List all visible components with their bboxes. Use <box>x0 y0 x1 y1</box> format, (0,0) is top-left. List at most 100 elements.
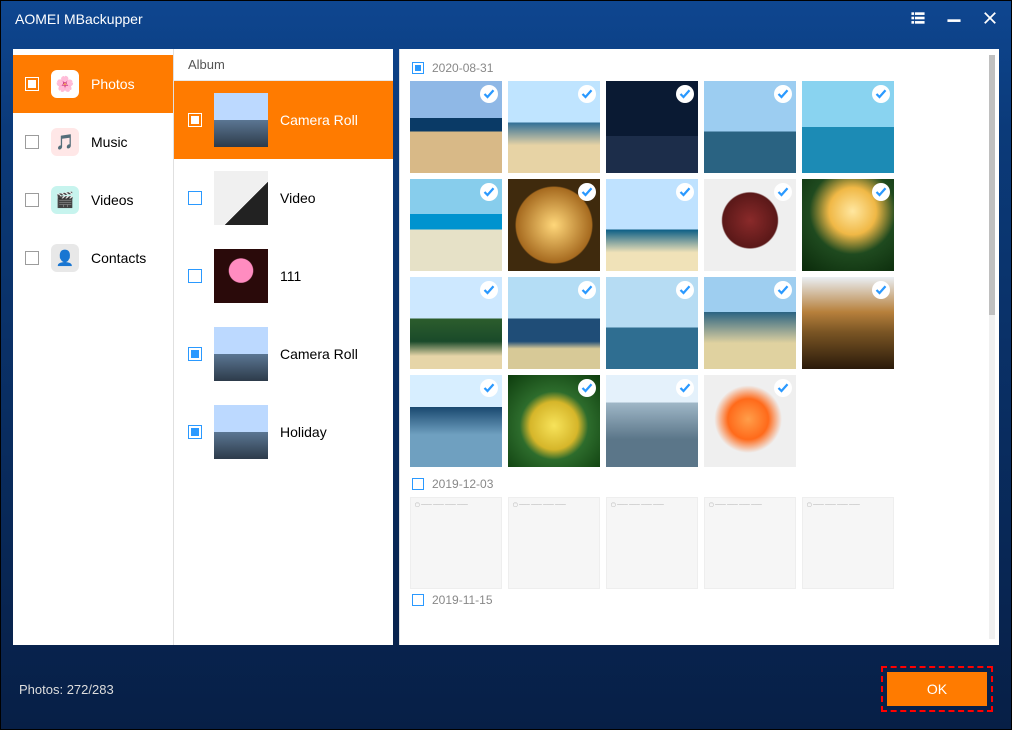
checkbox[interactable] <box>25 77 39 91</box>
check-icon[interactable] <box>774 85 792 103</box>
contacts-icon: 👤 <box>51 244 79 272</box>
album-label: Camera Roll <box>280 346 358 362</box>
check-icon[interactable] <box>676 183 694 201</box>
date-group-header[interactable]: 2019-12-03 <box>412 477 989 491</box>
checkbox[interactable] <box>188 191 202 205</box>
photo-thumbnail[interactable] <box>606 179 698 271</box>
ok-highlight: OK <box>881 666 993 712</box>
titlebar[interactable]: AOMEI MBackupper <box>1 1 1011 37</box>
checkbox[interactable] <box>25 193 39 207</box>
check-icon[interactable] <box>676 281 694 299</box>
checkbox[interactable] <box>412 62 424 74</box>
date-group-header[interactable]: 2019-11-15 <box>412 593 989 607</box>
photo-thumbnail[interactable]: ▢ ─── ─── ─── ─── <box>704 497 796 589</box>
album-label: Camera Roll <box>280 112 358 128</box>
photo-thumbnail[interactable] <box>410 277 502 369</box>
photo-thumbnail[interactable] <box>606 81 698 173</box>
checkbox[interactable] <box>188 113 202 127</box>
date-label: 2019-12-03 <box>432 477 493 491</box>
check-icon[interactable] <box>480 85 498 103</box>
sidebar-item-videos[interactable]: 🎬Videos <box>13 171 173 229</box>
photo-thumbnail[interactable]: ▢ ─── ─── ─── ─── <box>410 497 502 589</box>
check-icon[interactable] <box>578 379 596 397</box>
content-area: 🌸Photos🎵Music🎬Videos👤Contacts Album Came… <box>1 37 1011 649</box>
photo-thumbnail[interactable] <box>802 277 894 369</box>
check-icon[interactable] <box>872 281 890 299</box>
music-icon: 🎵 <box>51 128 79 156</box>
photo-thumbnail[interactable] <box>802 179 894 271</box>
photo-thumbnail[interactable] <box>704 81 796 173</box>
photo-thumbnail[interactable] <box>508 277 600 369</box>
album-label: 111 <box>280 268 301 284</box>
album-item[interactable]: Camera Roll <box>174 315 393 393</box>
photo-thumbnail[interactable] <box>606 277 698 369</box>
album-label: Holiday <box>280 424 327 440</box>
check-icon[interactable] <box>578 183 596 201</box>
check-icon[interactable] <box>676 379 694 397</box>
photo-thumbnail[interactable]: ▢ ─── ─── ─── ─── <box>508 497 600 589</box>
checkbox[interactable] <box>188 425 202 439</box>
album-thumbnail <box>214 171 268 225</box>
check-icon[interactable] <box>480 379 498 397</box>
category-sidebar: 🌸 Photos 🎵 Music 🎬Videos 👤 Contacts <box>13 49 173 645</box>
checkbox[interactable] <box>412 594 424 606</box>
list-view-icon[interactable] <box>911 11 925 28</box>
check-icon[interactable] <box>872 183 890 201</box>
checkbox[interactable] <box>188 347 202 361</box>
date-group-header[interactable]: 2020-08-31 <box>412 61 989 75</box>
checkbox[interactable] <box>25 251 39 265</box>
footer: Photos: 272/283 OK <box>1 649 1011 729</box>
sidebar-item-label: Contacts <box>91 250 146 266</box>
album-label: Video <box>280 190 316 206</box>
date-label: 2019-11-15 <box>432 593 493 607</box>
photo-thumbnail[interactable] <box>704 277 796 369</box>
ok-button[interactable]: OK <box>887 672 987 706</box>
check-icon[interactable] <box>480 281 498 299</box>
photo-thumbnail[interactable] <box>410 375 502 467</box>
check-icon[interactable] <box>578 281 596 299</box>
check-icon[interactable] <box>578 85 596 103</box>
photo-thumbnail[interactable] <box>704 375 796 467</box>
videos-icon: 🎬 <box>51 186 79 214</box>
selection-status: Photos: 272/283 <box>19 682 114 697</box>
sidebar-item-music[interactable]: 🎵 Music <box>13 113 173 171</box>
photo-thumbnail[interactable] <box>508 179 600 271</box>
photo-thumbnail[interactable] <box>802 81 894 173</box>
photo-grid-panel[interactable]: 2020-08-312019-12-03▢ ─── ─── ─── ───▢ ─… <box>399 49 999 645</box>
date-label: 2020-08-31 <box>432 61 493 75</box>
minimize-icon[interactable] <box>947 11 961 28</box>
album-item[interactable]: 111 <box>174 237 393 315</box>
sidebar-item-label: Photos <box>91 76 135 92</box>
check-icon[interactable] <box>676 85 694 103</box>
sidebar-item-label: Music <box>91 134 128 150</box>
album-thumbnail <box>214 249 268 303</box>
album-list: Album Camera RollVideo111Camera RollHoli… <box>173 49 393 645</box>
checkbox[interactable] <box>412 478 424 490</box>
photos-icon: 🌸 <box>51 70 79 98</box>
album-item[interactable]: Holiday <box>174 393 393 471</box>
photo-thumbnail[interactable] <box>606 375 698 467</box>
photo-thumbnail[interactable] <box>704 179 796 271</box>
photo-thumbnail[interactable]: ▢ ─── ─── ─── ─── <box>802 497 894 589</box>
photo-thumbnail[interactable] <box>410 81 502 173</box>
photo-thumbnail[interactable] <box>410 179 502 271</box>
check-icon[interactable] <box>872 85 890 103</box>
album-thumbnail <box>214 405 268 459</box>
photo-thumbnail[interactable] <box>508 375 600 467</box>
check-icon[interactable] <box>774 183 792 201</box>
check-icon[interactable] <box>480 183 498 201</box>
check-icon[interactable] <box>774 281 792 299</box>
scrollbar[interactable] <box>989 55 995 639</box>
check-icon[interactable] <box>774 379 792 397</box>
sidebar-item-contacts[interactable]: 👤 Contacts <box>13 229 173 287</box>
album-item[interactable]: Camera Roll <box>174 81 393 159</box>
photo-thumbnail[interactable]: ▢ ─── ─── ─── ─── <box>606 497 698 589</box>
album-item[interactable]: Video <box>174 159 393 237</box>
sidebar-item-photos[interactable]: 🌸 Photos <box>13 55 173 113</box>
album-thumbnail <box>214 327 268 381</box>
checkbox[interactable] <box>188 269 202 283</box>
close-icon[interactable] <box>983 11 997 28</box>
photo-thumbnail[interactable] <box>508 81 600 173</box>
scrollbar-thumb[interactable] <box>989 55 995 315</box>
checkbox[interactable] <box>25 135 39 149</box>
